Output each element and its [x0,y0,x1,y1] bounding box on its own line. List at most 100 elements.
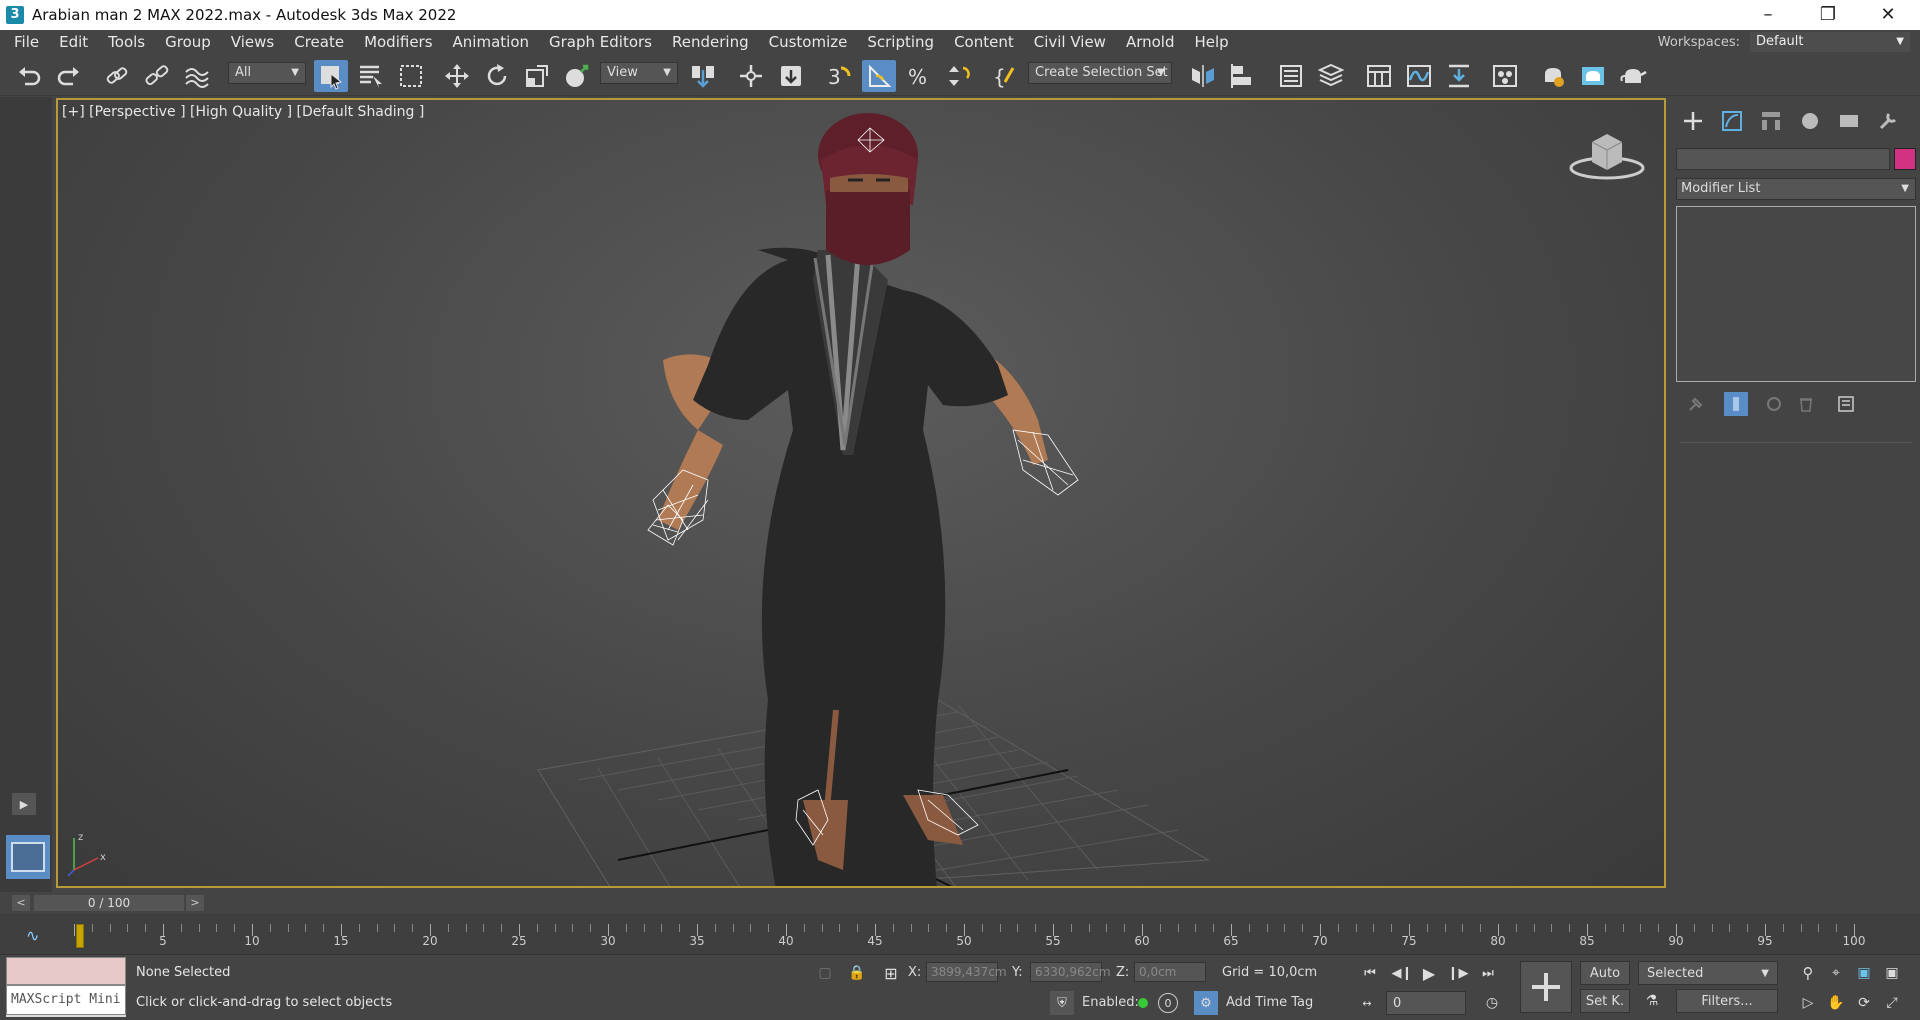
viewcube[interactable] [1568,130,1646,180]
modifier-list-dropdown[interactable]: Modifier List ▼ [1676,178,1916,200]
auto-key-button[interactable]: Auto [1580,961,1630,985]
maxscript-mini-input[interactable]: MAXScript Mini [6,985,126,1015]
x-coordinate-field[interactable]: 3899,437cm [926,962,1007,982]
redo-button[interactable] [52,60,86,92]
pan-view-button[interactable]: ✋ [1824,991,1848,1015]
menu-file[interactable]: File [4,30,49,54]
mini-curve-editor-icon[interactable]: ∿ [26,926,39,945]
restore-button[interactable]: ❐ [1800,0,1856,30]
z-coordinate-field[interactable]: 0,0cm [1134,962,1206,982]
bind-space-warp-button[interactable] [180,60,214,92]
spinner-snap-button[interactable] [942,60,976,92]
time-configuration-button[interactable]: ◷ [1480,991,1504,1015]
select-manipulate-button[interactable] [734,60,768,92]
workspaces-dropdown[interactable]: Default ▼ [1750,32,1910,52]
object-color-swatch[interactable] [1894,148,1916,170]
time-tag-button[interactable]: ⚙ [1194,991,1218,1015]
layer-explorer-button[interactable] [1314,60,1348,92]
zoom-all-button[interactable]: ⌖ [1824,961,1848,985]
menu-rendering[interactable]: Rendering [662,30,759,54]
selection-lock-button[interactable]: 🔒 [846,963,868,983]
rotate-button[interactable] [480,60,514,92]
previous-key-button[interactable]: ◀❙ [1390,961,1414,985]
menu-group[interactable]: Group [155,30,221,54]
frame-ruler[interactable]: 5 10 15 20 25 30 35 40 45 50 55 60 65 70 75 80 85 90 95 100 [74,924,1865,948]
menu-edit[interactable]: Edit [49,30,98,54]
zoom-button[interactable]: ⚲ [1796,961,1820,985]
place-button[interactable] [560,60,594,92]
hierarchy-tab[interactable] [1756,108,1786,134]
minimize-button[interactable]: – [1740,0,1796,30]
y-coordinate-field[interactable]: 6330,962cm [1030,962,1111,982]
align-button[interactable] [1226,60,1260,92]
add-time-tag-label[interactable]: Add Time Tag [1226,995,1313,1010]
expand-viewport-layouts-button[interactable]: ▶ [12,793,36,815]
render-production-button[interactable] [1616,60,1650,92]
previous-frame-button[interactable]: < [12,895,30,911]
menu-help[interactable]: Help [1185,30,1239,54]
undo-button[interactable] [12,60,46,92]
menu-customize[interactable]: Customize [759,30,858,54]
go-to-end-button[interactable]: ⏭ [1476,961,1500,985]
go-to-start-button[interactable]: ⏮ [1358,961,1382,985]
set-key-mode-button[interactable]: Set K. [1580,989,1630,1013]
object-name-field[interactable] [1676,148,1890,170]
menu-views[interactable]: Views [221,30,284,54]
maxscript-output[interactable] [6,957,126,985]
rendered-frame-window-button[interactable] [1576,60,1610,92]
scene-explorer-button[interactable] [1274,60,1308,92]
utilities-tab[interactable] [1873,108,1903,134]
modifier-stack[interactable] [1676,206,1916,382]
key-mode-toggle[interactable]: ↔ [1358,991,1376,1015]
time-slider-thumb[interactable]: 0 / 100 [34,895,184,911]
play-button[interactable]: ▶ [1416,961,1442,985]
schematic-view-button[interactable] [1442,60,1476,92]
create-tab[interactable] [1678,108,1708,134]
mirror-button[interactable] [1186,60,1220,92]
render-setup-button[interactable] [1536,60,1570,92]
remove-modifier-button[interactable] [1794,392,1818,416]
selection-filter-dropdown[interactable]: All ▼ [228,62,306,84]
absolute-relative-toggle[interactable]: ⊞ [880,963,902,983]
select-by-name-button[interactable] [354,60,388,92]
playhead[interactable] [76,924,84,948]
track-bar[interactable]: ∿ 5 10 15 20 25 30 35 40 45 50 55 60 65 70 75 80 85 90 95 1… [0,914,1920,954]
menu-animation[interactable]: Animation [443,30,539,54]
next-key-button[interactable]: ❙▶ [1446,961,1470,985]
link-button[interactable] [100,60,134,92]
adaptive-degradation-button[interactable]: ⛨ [1050,991,1074,1015]
curve-editor-button[interactable] [1402,60,1436,92]
unlink-button[interactable] [140,60,174,92]
motion-tab[interactable] [1795,108,1825,134]
make-unique-button[interactable] [1762,392,1786,416]
scale-button[interactable] [520,60,554,92]
reference-coordinate-dropdown[interactable]: View ▼ [600,62,678,84]
pivot-point-button[interactable] [686,60,720,92]
configure-modifier-sets-button[interactable] [1834,392,1858,416]
edit-named-selection-button[interactable]: { [988,60,1022,92]
menu-scripting[interactable]: Scripting [857,30,944,54]
maxscript-listener[interactable]: MAXScript Mini [6,957,126,1017]
isolate-selection-button[interactable]: ▢ [814,963,836,983]
current-frame-field[interactable]: 0 [1386,991,1466,1015]
show-end-result-button[interactable] [1724,392,1748,416]
menu-graph-editors[interactable]: Graph Editors [539,30,662,54]
select-object-button[interactable] [314,60,348,92]
zoom-extents-all-button[interactable]: ▣ [1880,961,1904,985]
key-filter-dropdown[interactable]: Selected ▼ [1638,961,1778,985]
menu-content[interactable]: Content [944,30,1024,54]
pin-stack-button[interactable] [1684,392,1708,416]
snaps-toggle-button[interactable]: 3 [822,60,856,92]
menu-tools[interactable]: Tools [98,30,155,54]
next-frame-button[interactable]: > [186,895,204,911]
modify-tab[interactable] [1717,108,1747,134]
key-filters-button[interactable]: Filters... [1676,989,1778,1013]
named-selection-dropdown[interactable]: Create Selection Set ▼ [1028,62,1172,84]
viewport-layout-button[interactable] [6,835,50,879]
close-button[interactable]: ✕ [1860,0,1916,30]
keyboard-shortcut-override-button[interactable] [774,60,808,92]
menu-arnold[interactable]: Arnold [1116,30,1185,54]
maximize-viewport-button[interactable]: ⤢ [1880,991,1904,1015]
perspective-viewport[interactable]: [+] [Perspective ] [High Quality ] [Defa… [56,98,1666,888]
material-editor-button[interactable] [1488,60,1522,92]
